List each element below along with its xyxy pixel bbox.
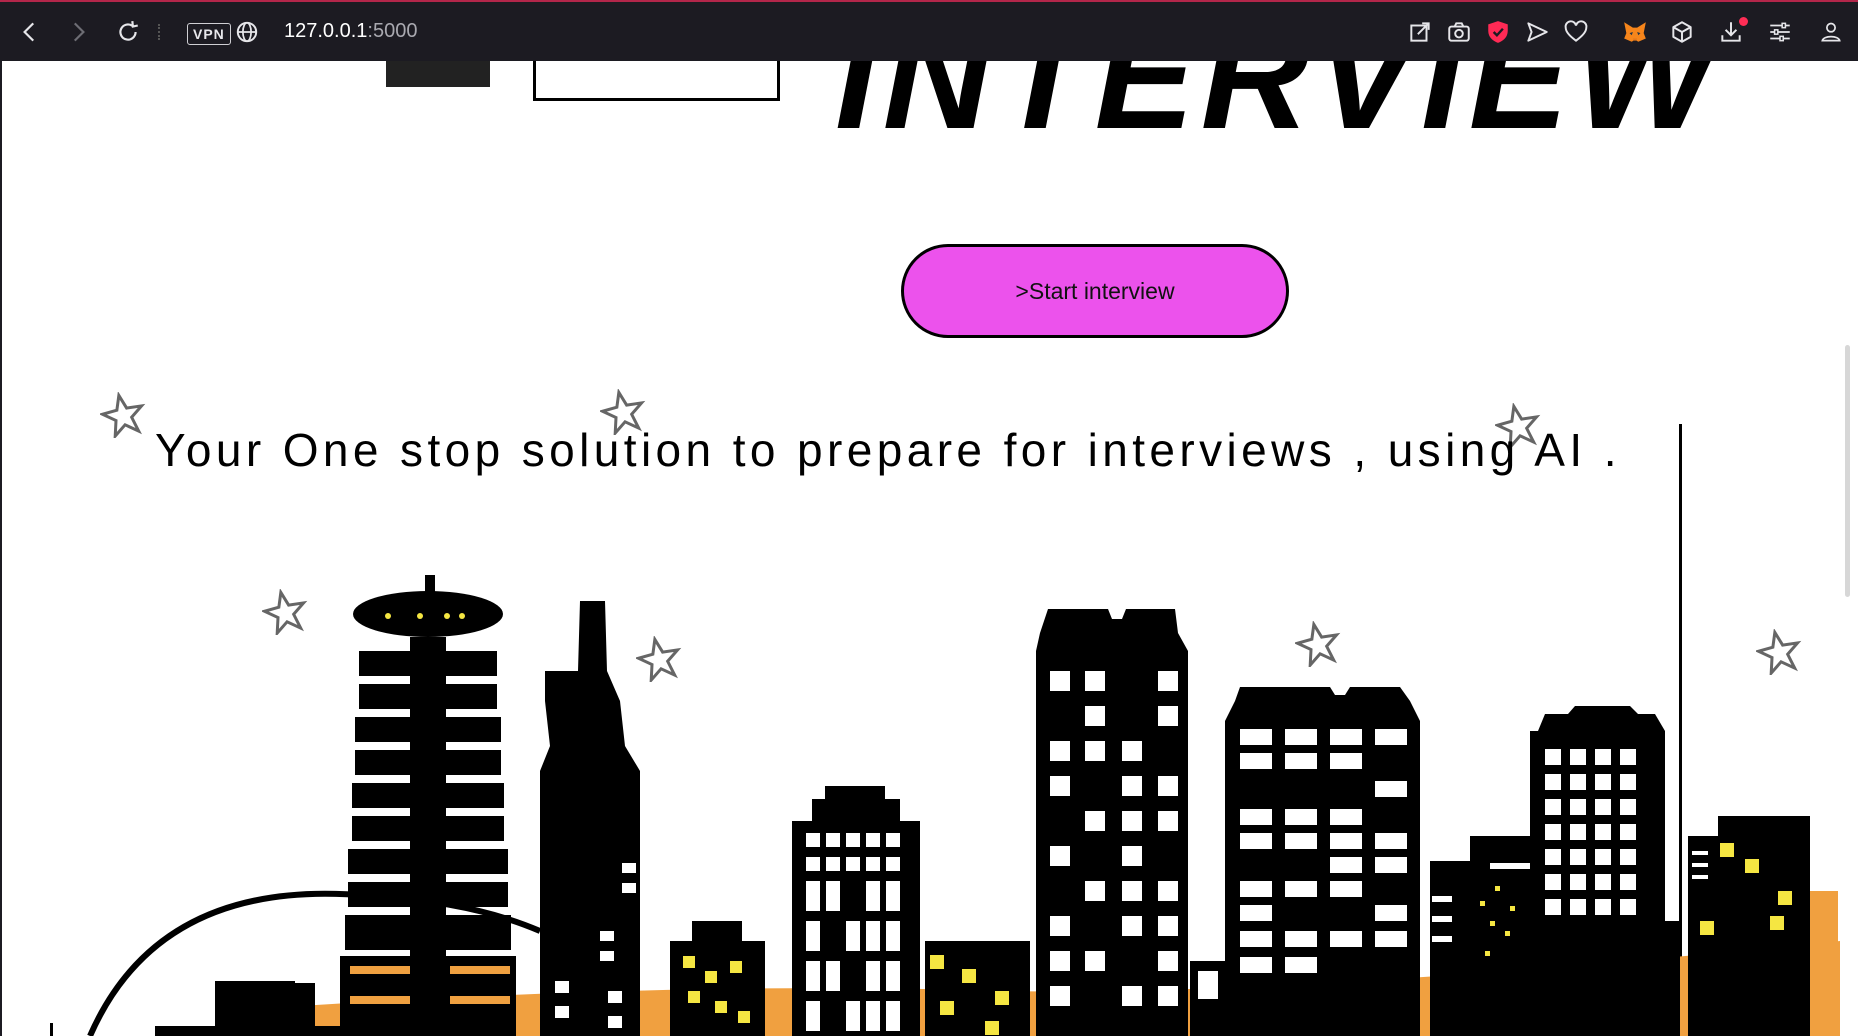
url-host: 127.0.0.1 [284, 20, 368, 42]
city-skyline-illustration [50, 575, 1840, 1036]
start-interview-button[interactable]: >Start interview [901, 244, 1289, 338]
camera-icon[interactable] [1443, 16, 1475, 48]
send-icon[interactable] [1521, 16, 1553, 48]
page-viewport: INTERVIEW >Start interview Your One stop… [0, 61, 1858, 1036]
profile-icon[interactable] [1815, 16, 1847, 48]
shield-icon[interactable] [1482, 16, 1514, 48]
tagline: Your One stop solution to prepare for in… [155, 424, 1621, 476]
back-icon[interactable] [14, 16, 46, 48]
toolbar-separator [158, 24, 162, 40]
address-bar[interactable]: 127.0.0.1:5000 [284, 20, 417, 43]
download-icon[interactable] [1715, 16, 1748, 48]
reload-icon[interactable] [112, 16, 144, 48]
heart-icon[interactable] [1560, 16, 1592, 48]
share-icon[interactable] [1404, 16, 1436, 48]
url-port: :5000 [367, 20, 418, 42]
page-scrollbar[interactable] [1845, 345, 1850, 597]
browser-toolbar: VPN 127.0.0.1:5000 [0, 0, 1858, 61]
vpn-badge[interactable]: VPN [187, 23, 231, 45]
download-notification-dot [1739, 17, 1748, 26]
star-icon [100, 392, 146, 438]
forward-icon[interactable] [62, 16, 94, 48]
header-decor-outline [533, 61, 780, 101]
header-decor-block [386, 61, 490, 87]
cube-icon[interactable] [1666, 16, 1698, 48]
fox-extension-icon[interactable] [1619, 16, 1651, 48]
hero-title: INTERVIEW [835, 61, 1723, 160]
settings-sliders-icon[interactable] [1764, 16, 1796, 48]
globe-icon[interactable] [231, 16, 263, 48]
